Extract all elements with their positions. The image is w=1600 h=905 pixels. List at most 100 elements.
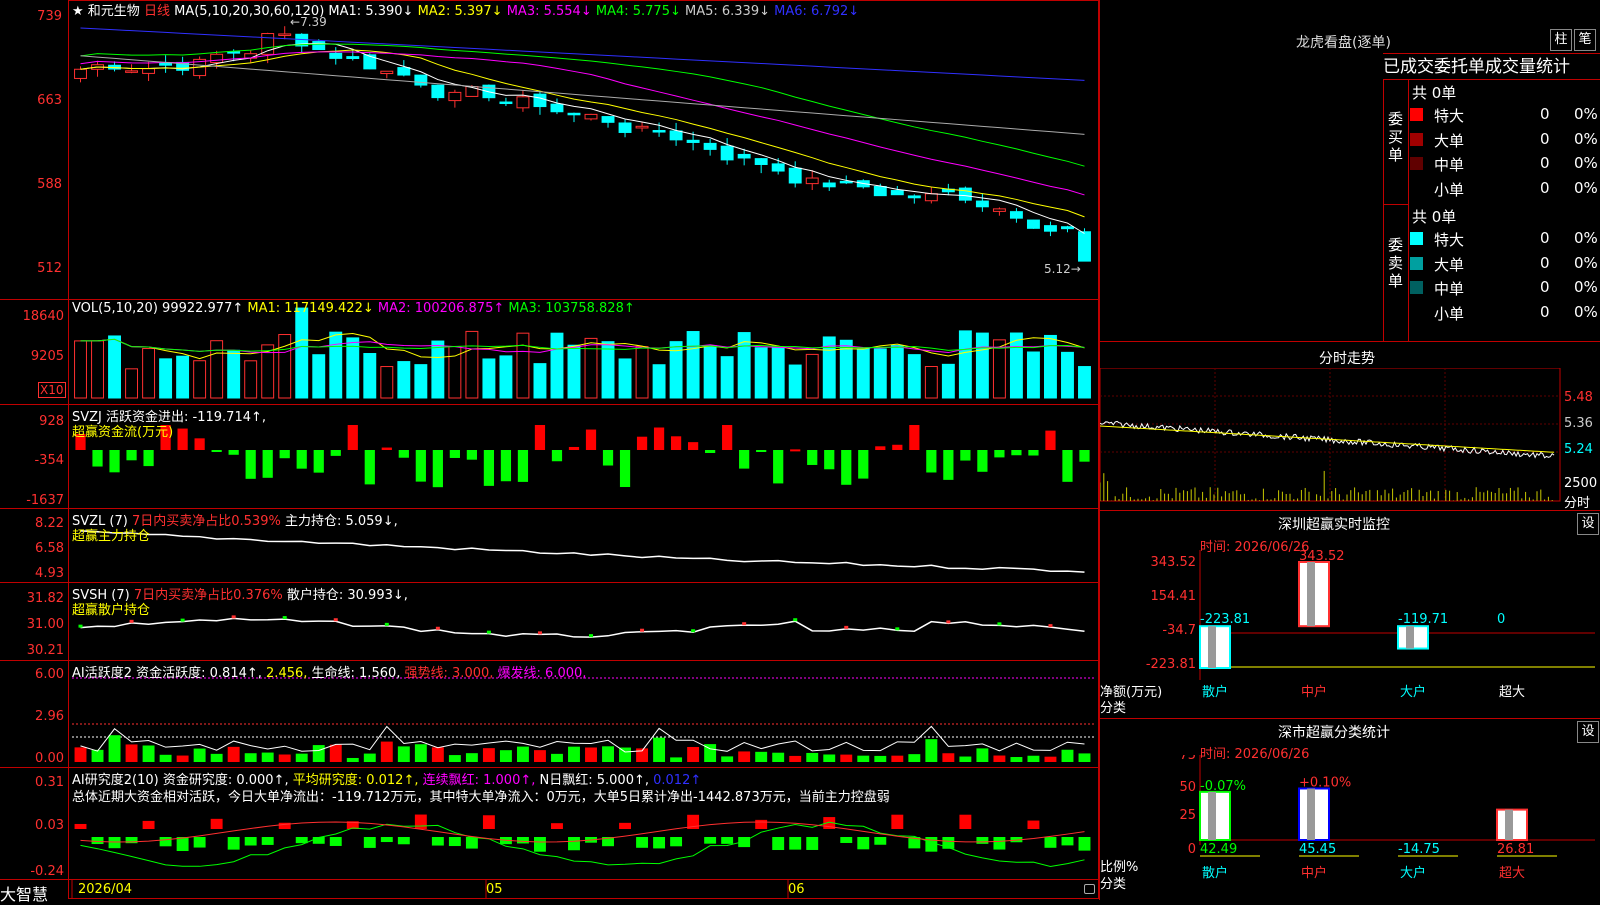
monitor-axis-tick: -223.81 <box>1146 657 1196 672</box>
fenshi-chart[interactable] <box>1100 368 1600 508</box>
retail-holding-line <box>80 617 1085 638</box>
lhb-row-count: 0 <box>1540 229 1550 247</box>
price-tick: 512 <box>37 261 62 276</box>
research-bar <box>414 814 427 829</box>
fenshi-tick: 5.48 <box>1564 390 1593 405</box>
candle-body <box>873 186 887 197</box>
sz-monitor-settings-button[interactable]: 设 <box>1577 513 1599 535</box>
fund-flow-bar <box>739 450 750 469</box>
color-swatch <box>1410 232 1423 245</box>
volume-bar <box>414 364 428 399</box>
volume-bar <box>74 340 87 399</box>
volume-bar <box>618 358 632 399</box>
fund-flow-bar <box>364 450 375 485</box>
color-swatch <box>1410 281 1423 294</box>
pen-view-button[interactable]: 笔 <box>1574 29 1596 51</box>
activity-bar <box>363 753 376 762</box>
activity-bar <box>1044 756 1057 762</box>
candle-body <box>618 122 632 133</box>
research-bar <box>210 818 223 829</box>
candle-body <box>907 195 921 199</box>
activity-bar <box>499 750 512 762</box>
activity-bar <box>976 748 989 762</box>
lhb-row-label: 小单 <box>1434 180 1465 199</box>
fund-flow-bar <box>602 450 614 466</box>
activity-bar <box>142 745 155 762</box>
period-label[interactable]: 日线 <box>144 4 170 19</box>
low-price-mark: 5.12→ <box>1044 262 1081 276</box>
bar-view-button[interactable]: 柱 <box>1550 29 1572 51</box>
volume-bar <box>550 332 564 399</box>
fund-flow-bar <box>228 450 239 455</box>
main-chart-canvas[interactable] <box>0 0 1100 900</box>
activity-bar <box>789 755 802 762</box>
fund-flow-bar <box>466 450 477 460</box>
sz-stats-settings-button[interactable]: 设 <box>1577 721 1599 743</box>
lhb-row: 大单 0 0% <box>1410 129 1600 151</box>
star-icon[interactable]: ★ <box>72 4 84 19</box>
lhb-row-count: 0 <box>1540 129 1550 148</box>
stats-category-label: 大户 <box>1400 865 1426 881</box>
candle-body <box>346 56 360 60</box>
fund-flow-bar <box>126 450 137 461</box>
research-bar <box>448 837 461 847</box>
candle-body <box>363 54 377 70</box>
lhb-row-label: 大单 <box>1434 255 1465 274</box>
stats-axis-tick: 75 <box>1179 755 1196 763</box>
stats-axis-tick: 25 <box>1179 808 1196 823</box>
research-bar <box>244 837 257 846</box>
research-bar <box>329 837 342 846</box>
fund-flow-bar <box>977 450 988 472</box>
research-bar <box>91 837 104 845</box>
lock-icon[interactable] <box>1084 884 1095 894</box>
research-bar <box>295 837 308 844</box>
research-bar <box>193 837 206 848</box>
research-bar <box>1061 837 1074 846</box>
ma-line-3 <box>80 51 1085 196</box>
ma-line-1 <box>80 42 1085 234</box>
activity-bar <box>942 753 955 762</box>
activity-bar <box>1078 753 1091 762</box>
research-bar <box>959 814 972 829</box>
candle-body <box>805 177 819 185</box>
candle-body <box>74 68 87 79</box>
date-label: 06 <box>788 882 805 897</box>
lhb-row-pct: 0% <box>1574 178 1598 197</box>
lhb-tabs[interactable]: 已成交委托单成交量统计 <box>1383 53 1600 80</box>
stats-value-label: 26.81 <box>1497 842 1534 857</box>
fenshi-vol-label: 分时 <box>1564 496 1591 511</box>
lhb-row: 中单 0 0% <box>1410 153 1600 175</box>
monitor-category-label: 大户 <box>1400 684 1426 700</box>
research-bar <box>704 837 717 844</box>
activity-bar <box>568 746 580 762</box>
volume-bar <box>1009 332 1023 399</box>
vol-ma-item: MA1: 117149.422↓ <box>243 301 374 316</box>
fenshi-vol-tick: 2500 <box>1564 476 1598 491</box>
stats-bar-shade <box>1307 788 1315 840</box>
candle-body <box>703 142 717 150</box>
candle-body <box>159 62 173 66</box>
ai2-summary: 总体近期大资金相对活跃，今日大单净流出：-119.712万元，其中特大单净流入：… <box>72 790 890 805</box>
brand-logo[interactable]: 大智慧 <box>0 881 48 905</box>
activity-bar <box>857 755 870 762</box>
fund-flow-bar <box>262 450 273 478</box>
research-bar <box>993 837 1006 850</box>
activity-bar <box>312 745 325 762</box>
volume-bar <box>601 341 615 399</box>
volume-bar <box>91 340 104 399</box>
ai2-tick: 0.03 <box>35 818 64 833</box>
lhb-row-pct: 0% <box>1574 302 1598 321</box>
candle-body <box>1061 226 1074 230</box>
candle-body <box>1026 219 1040 229</box>
lhb-row: 中单 0 0% <box>1410 277 1600 299</box>
fund-flow-bar <box>841 450 852 485</box>
candle-body <box>1078 231 1091 262</box>
fund-flow-bar <box>1045 430 1056 450</box>
buy-side-label: 委买单 <box>1388 110 1404 164</box>
fund-flow-bar <box>688 442 699 450</box>
fund-flow-bar <box>756 450 767 452</box>
vol-tick: 9205 <box>30 349 64 364</box>
monitor-axis-tick: -34.7 <box>1162 623 1196 638</box>
volume-bar <box>788 364 802 399</box>
ma-values: MA1: 5.390↓ MA2: 5.397↓ MA3: 5.554↓ MA4:… <box>328 4 859 19</box>
